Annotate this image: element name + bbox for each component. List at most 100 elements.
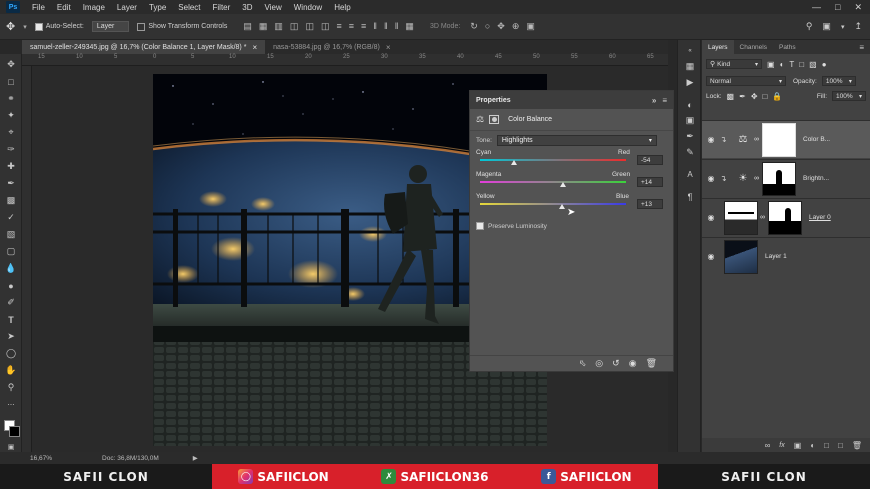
- auto-select-checkbox[interactable]: [34, 22, 43, 31]
- pen-tool-icon[interactable]: ✐: [4, 296, 18, 309]
- 3d-roll-icon[interactable]: ○: [485, 21, 490, 32]
- filter-pixel-icon[interactable]: ▣: [767, 60, 775, 69]
- lock-artboard-icon[interactable]: □: [763, 92, 768, 101]
- move-tool-icon[interactable]: ✥: [4, 58, 18, 71]
- new-group-icon[interactable]: □: [824, 441, 829, 450]
- filter-adjustment-icon[interactable]: ◐: [780, 60, 785, 69]
- slider-thumb[interactable]: [559, 204, 566, 209]
- layer-color-balance[interactable]: ◉ ↴ ⚖ ∞ Color B...: [702, 120, 870, 158]
- distribute-right-icon[interactable]: ‖: [395, 21, 399, 32]
- background-color-swatch[interactable]: [9, 426, 20, 437]
- align-bottom-icon[interactable]: ▥: [274, 21, 283, 32]
- tab-layers[interactable]: Layers: [702, 40, 734, 54]
- tab-paths[interactable]: Paths: [773, 40, 802, 54]
- status-arrow-icon[interactable]: ▶: [193, 454, 198, 462]
- dodge-tool-icon[interactable]: ●: [4, 279, 18, 292]
- mask-link-icon[interactable]: ∞: [760, 214, 768, 221]
- opacity-field[interactable]: 100% ▾: [821, 76, 856, 86]
- quick-select-tool-icon[interactable]: ✦: [4, 109, 18, 122]
- paragraph-icon[interactable]: ¶: [683, 190, 697, 203]
- menu-filter[interactable]: Filter: [207, 3, 237, 12]
- reset-icon[interactable]: ↺: [612, 358, 620, 369]
- layer-0[interactable]: ◉ ∞ Layer 0: [702, 198, 870, 236]
- menu-type[interactable]: Type: [143, 3, 172, 12]
- close-tab-icon[interactable]: ×: [386, 43, 391, 52]
- menu-file[interactable]: File: [26, 3, 51, 12]
- edit-toolbar-icon[interactable]: ⋯: [4, 398, 18, 411]
- character-icon[interactable]: A: [683, 168, 697, 181]
- yellow-blue-slider[interactable]: Yellow Blue +13 ➤: [476, 193, 667, 218]
- brush-tool-icon[interactable]: ✒: [4, 177, 18, 190]
- align-vcenter-icon[interactable]: ▦: [259, 21, 268, 32]
- align-hcenter-icon[interactable]: ◫: [305, 21, 314, 32]
- tool-preset-chevron-icon[interactable]: ▾: [23, 23, 27, 31]
- menu-help[interactable]: Help: [328, 3, 356, 12]
- search-icon[interactable]: ⚲: [806, 21, 813, 32]
- eye-icon[interactable]: ◉: [702, 174, 720, 183]
- lock-transparent-icon[interactable]: ▩: [727, 92, 735, 101]
- lock-position-icon[interactable]: ✥: [751, 92, 758, 101]
- history-brush-tool-icon[interactable]: ✓: [4, 211, 18, 224]
- transform-controls-checkbox[interactable]: [137, 22, 146, 31]
- layer-mask-thumbnail[interactable]: [762, 122, 796, 157]
- menu-image[interactable]: Image: [77, 3, 111, 12]
- brushes-icon[interactable]: ✎: [683, 146, 697, 159]
- blur-tool-icon[interactable]: 💧: [4, 262, 18, 275]
- path-select-tool-icon[interactable]: ➤: [4, 330, 18, 343]
- menu-3d[interactable]: 3D: [236, 3, 258, 12]
- menu-select[interactable]: Select: [172, 3, 206, 12]
- type-tool-icon[interactable]: T: [4, 313, 18, 326]
- workspace-chevron-icon[interactable]: ▾: [841, 23, 845, 31]
- eraser-tool-icon[interactable]: ▧: [4, 228, 18, 241]
- align-left-icon[interactable]: ◫: [290, 21, 299, 32]
- slider-value-field[interactable]: +13: [637, 199, 663, 209]
- filter-shape-icon[interactable]: □: [799, 60, 804, 69]
- mask-link-icon[interactable]: ∞: [754, 175, 762, 182]
- panel-menu-icon[interactable]: ≡: [859, 43, 870, 52]
- adjustments-icon[interactable]: ◐: [683, 98, 697, 111]
- tone-dropdown[interactable]: Highlights ▾: [496, 134, 657, 146]
- layer-1[interactable]: ◉ Layer 1: [702, 237, 870, 275]
- menu-window[interactable]: Window: [288, 3, 328, 12]
- magenta-green-slider[interactable]: Magenta Green +14: [476, 171, 667, 193]
- lock-image-icon[interactable]: ✒: [739, 92, 746, 101]
- distribute-hcenter-icon[interactable]: ‖: [384, 21, 388, 32]
- collapse-dock-icon[interactable]: «: [683, 44, 697, 57]
- eye-icon[interactable]: ◉: [702, 213, 720, 222]
- distribute-top-icon[interactable]: ≡: [336, 21, 341, 32]
- gradient-tool-icon[interactable]: ▢: [4, 245, 18, 258]
- slider-thumb[interactable]: [510, 160, 517, 165]
- tab-nasa[interactable]: nasa-53884.jpg @ 16,7% (RGB/8) ×: [265, 40, 398, 54]
- distribute-bottom-icon[interactable]: ≡: [361, 21, 366, 32]
- tab-channels[interactable]: Channels: [734, 40, 773, 54]
- brush-settings-icon[interactable]: ✒: [683, 130, 697, 143]
- align-right-icon[interactable]: ◫: [321, 21, 330, 32]
- slider-track[interactable]: [480, 203, 626, 205]
- preserve-luminosity-checkbox[interactable]: [476, 222, 484, 230]
- filter-type-icon[interactable]: T: [789, 60, 794, 69]
- slider-value-field[interactable]: +14: [637, 177, 663, 187]
- align-top-icon[interactable]: ▤: [243, 21, 252, 32]
- layer-mask-thumbnail[interactable]: [762, 161, 796, 196]
- slider-track[interactable]: [480, 181, 626, 183]
- layer-thumbnail[interactable]: [724, 239, 758, 274]
- tab-samuel-zeller[interactable]: samuel-zeller-249345.jpg @ 16,7% (Color …: [22, 40, 266, 54]
- 3d-orbit-icon[interactable]: ↻: [470, 21, 478, 32]
- hand-tool-icon[interactable]: ✋: [4, 364, 18, 377]
- menu-layer[interactable]: Layer: [111, 3, 143, 12]
- minimize-icon[interactable]: —: [812, 2, 821, 13]
- clip-to-layer-icon[interactable]: ⬁: [579, 358, 587, 369]
- visibility-icon[interactable]: ◉: [629, 358, 637, 369]
- actions-play-icon[interactable]: ▶: [683, 76, 697, 89]
- filter-kind-dropdown[interactable]: ⚲ Kind ▾: [706, 59, 762, 69]
- auto-select-dropdown[interactable]: Layer: [91, 21, 130, 32]
- move-tool-icon[interactable]: ✥: [6, 20, 15, 33]
- delete-layer-icon[interactable]: 🗑: [852, 441, 862, 450]
- link-layers-icon[interactable]: ∞: [765, 441, 771, 450]
- distribute-center-icon[interactable]: ≡: [349, 21, 354, 32]
- delete-icon[interactable]: 🗑: [646, 358, 657, 369]
- 3d-scale-icon[interactable]: ▣: [526, 21, 535, 32]
- filter-smart-icon[interactable]: ▧: [809, 60, 817, 69]
- healing-tool-icon[interactable]: ✚: [4, 160, 18, 173]
- stamp-tool-icon[interactable]: ▩: [4, 194, 18, 207]
